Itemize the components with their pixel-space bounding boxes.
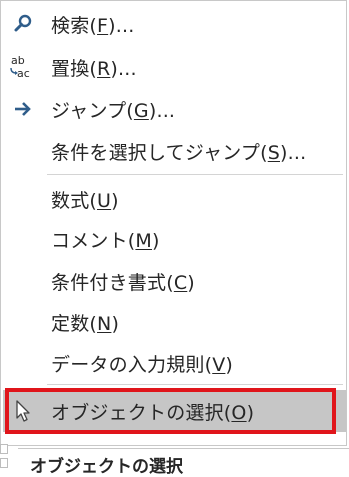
background-cell-fragment <box>0 458 8 468</box>
tooltip-title: オブジェクトの選択 <box>30 457 183 477</box>
menu-item-label: 条件付き書式(C) <box>51 271 195 294</box>
menu-item-comments[interactable]: コメント(M) <box>1 221 346 257</box>
menu-item-replace[interactable]: ab ac 置換(R)... <box>1 49 346 85</box>
menu-item-goto-special[interactable]: 条件を選択してジャンプ(S)... <box>1 133 346 169</box>
menu-item-label: 条件を選択してジャンプ(S)... <box>51 141 307 164</box>
menu-separator <box>47 384 343 385</box>
menu-item-goto[interactable]: ジャンプ(G)... <box>1 91 346 127</box>
menu-separator <box>47 174 343 175</box>
tooltip: オブジェクトの選択 <box>18 448 349 477</box>
menu-item-label: 置換(R)... <box>51 57 137 80</box>
menu-item-constants[interactable]: 定数(N) <box>1 304 346 340</box>
menu-item-label: 定数(N) <box>51 312 120 335</box>
svg-text:ac: ac <box>17 67 30 80</box>
menu-item-label: ジャンプ(G)... <box>51 99 176 122</box>
menu-item-conditional-formatting[interactable]: 条件付き書式(C) <box>1 263 346 299</box>
background-cell-fragment <box>0 444 8 454</box>
arrow-right-icon <box>9 95 37 123</box>
menu-item-formulas[interactable]: 数式(U) <box>1 181 346 217</box>
search-icon <box>9 10 37 38</box>
menu-item-label: 検索(F)... <box>51 14 135 37</box>
menu-item-data-validation[interactable]: データの入力規則(V) <box>1 345 346 381</box>
menu-item-find[interactable]: 検索(F)... <box>1 6 346 42</box>
red-highlight-box <box>5 388 336 434</box>
replace-abc-icon: ab ac <box>9 53 37 81</box>
menu-item-label: コメント(M) <box>51 229 160 252</box>
menu-item-label: 数式(U) <box>51 189 119 212</box>
menu-item-label: データの入力規則(V) <box>51 353 234 376</box>
context-menu: 検索(F)... ab ac 置換(R)... ジャンプ(G)... 条件を選択… <box>0 0 347 446</box>
svg-text:ab: ab <box>11 54 25 67</box>
